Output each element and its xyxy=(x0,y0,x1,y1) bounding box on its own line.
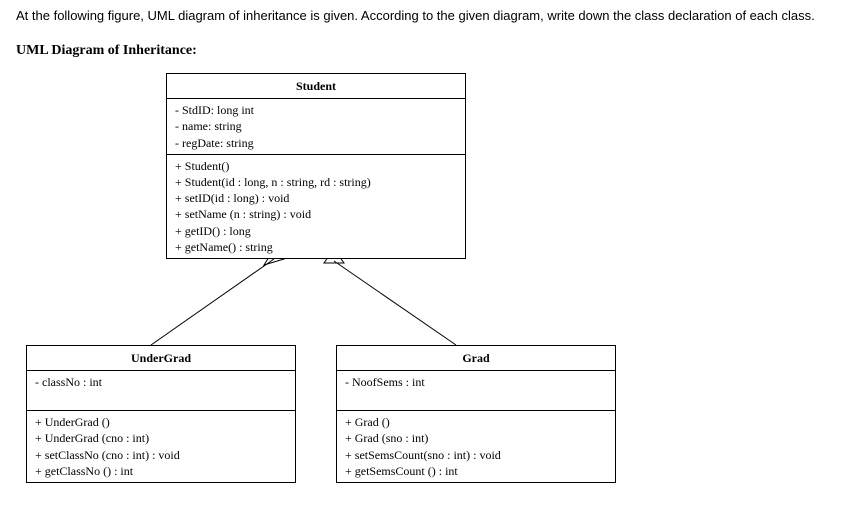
uml-attr: - classNo : int xyxy=(35,374,287,390)
uml-class-name: UnderGrad xyxy=(27,346,295,371)
uml-op: + UnderGrad (cno : int) xyxy=(35,430,287,446)
uml-class-undergrad: UnderGrad - classNo : int + UnderGrad ()… xyxy=(26,345,296,483)
uml-attributes: - StdID: long int - name: string - regDa… xyxy=(167,99,465,155)
uml-attr: - NoofSems : int xyxy=(345,374,607,390)
uml-op: + Grad (sno : int) xyxy=(345,430,607,446)
uml-attr: - StdID: long int xyxy=(175,102,457,118)
uml-class-student: Student - StdID: long int - name: string… xyxy=(166,73,466,259)
instruction-text: At the following figure, UML diagram of … xyxy=(16,8,850,23)
uml-op: + getSemsCount () : int xyxy=(345,463,607,479)
uml-attr: - regDate: string xyxy=(175,135,457,151)
uml-class-grad: Grad - NoofSems : int + Grad () + Grad (… xyxy=(336,345,616,483)
uml-attr: - name: string xyxy=(175,118,457,134)
uml-op: + getName() : string xyxy=(175,239,457,255)
diagram-title: UML Diagram of Inheritance: xyxy=(16,43,850,59)
uml-diagram: Student - StdID: long int - name: string… xyxy=(16,73,636,513)
uml-operations: + Student() + Student(id : long, n : str… xyxy=(167,155,465,258)
uml-op: + setClassNo (cno : int) : void xyxy=(35,447,287,463)
uml-op: + setID(id : long) : void xyxy=(175,190,457,206)
uml-op: + setSemsCount(sno : int) : void xyxy=(345,447,607,463)
uml-attributes: - classNo : int xyxy=(27,371,295,411)
uml-operations: + UnderGrad () + UnderGrad (cno : int) +… xyxy=(27,411,295,482)
uml-class-name: Grad xyxy=(337,346,615,371)
uml-op: + Grad () xyxy=(345,414,607,430)
uml-op: + getClassNo () : int xyxy=(35,463,287,479)
uml-op: + getID() : long xyxy=(175,223,457,239)
uml-op: + Student() xyxy=(175,158,457,174)
uml-op: + setName (n : string) : void xyxy=(175,206,457,222)
uml-attributes: - NoofSems : int xyxy=(337,371,615,411)
uml-class-name: Student xyxy=(167,74,465,99)
uml-op: + UnderGrad () xyxy=(35,414,287,430)
uml-op: + Student(id : long, n : string, rd : st… xyxy=(175,174,457,190)
uml-operations: + Grad () + Grad (sno : int) + setSemsCo… xyxy=(337,411,615,482)
